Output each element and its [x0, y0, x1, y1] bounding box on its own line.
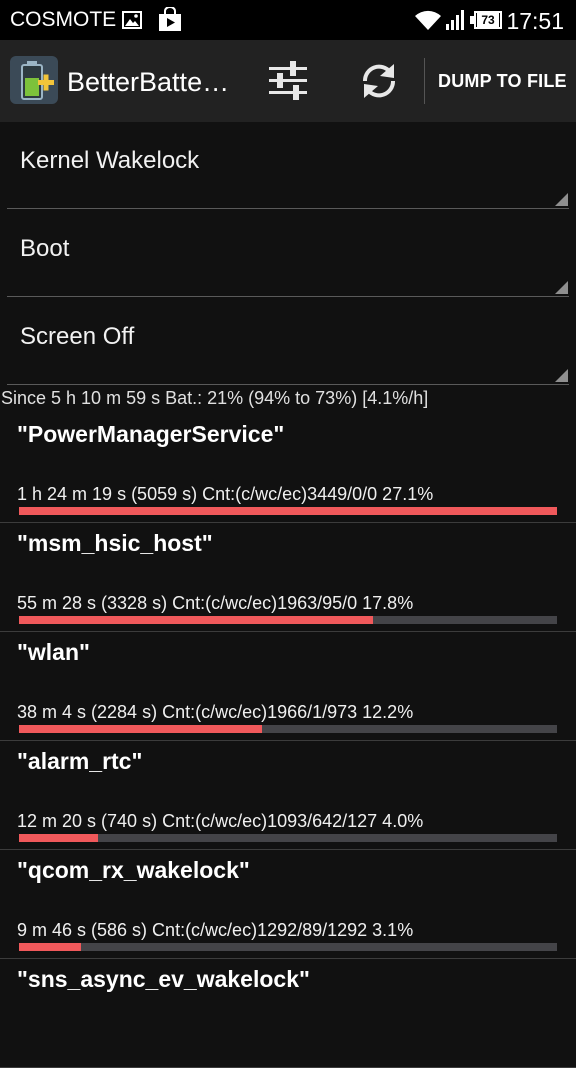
usage-bar-fill — [19, 834, 98, 842]
wakelock-name: "alarm_rtc" — [17, 748, 143, 774]
usage-bar-track — [19, 616, 557, 624]
screen-state-value: Screen Off — [20, 323, 135, 350]
image-icon — [122, 11, 142, 29]
wakelock-name: "wlan" — [17, 639, 90, 665]
wifi-icon — [415, 10, 441, 30]
dump-to-file-button[interactable]: DUMP TO FILE — [438, 71, 567, 92]
filter-settings-icon[interactable] — [266, 59, 310, 103]
usage-bar-fill — [19, 616, 373, 624]
usage-bar-track — [19, 834, 557, 842]
battery-tip — [470, 16, 474, 24]
screen-state-spinner[interactable]: Screen Off — [7, 298, 569, 385]
refresh-icon[interactable] — [357, 59, 401, 103]
stat-type-spinner[interactable]: Kernel Wakelock — [7, 122, 569, 209]
dropdown-arrow-icon — [555, 369, 568, 382]
action-bar-divider — [424, 58, 425, 104]
wakelock-row[interactable]: "PowerManagerService" 1 h 24 m 19 s (5059… — [0, 414, 576, 523]
battery-icon: 73 — [474, 11, 502, 29]
stat-type-value: Kernel Wakelock — [20, 147, 200, 174]
dropdown-arrow-icon — [555, 193, 568, 206]
clock: 17:51 — [506, 8, 564, 34]
wakelock-row[interactable]: "sns_async_ev_wakelock" — [0, 959, 576, 1068]
carrier-name: COSMOTE — [10, 8, 117, 31]
wakelock-stats: 12 m 20 s (740 s) Cnt:(c/wc/ec)1093/642/… — [17, 811, 424, 831]
wakelock-stats: 55 m 28 s (3328 s) Cnt:(c/wc/ec)1963/95/… — [17, 593, 414, 613]
wakelock-stats: 38 m 4 s (2284 s) Cnt:(c/wc/ec)1966/1/97… — [17, 702, 414, 722]
usage-bar-track — [19, 725, 557, 733]
wakelock-row[interactable]: "alarm_rtc" 12 m 20 s (740 s) Cnt:(c/wc/e… — [0, 741, 576, 850]
play-store-icon — [159, 7, 181, 31]
usage-bar-track — [19, 943, 557, 951]
wakelock-stats: 9 m 46 s (586 s) Cnt:(c/wc/ec)1292/89/12… — [17, 920, 414, 940]
wakelock-row[interactable]: "qcom_rx_wakelock" 9 m 46 s (586 s) Cnt:(… — [0, 850, 576, 959]
wakelock-row[interactable]: "msm_hsic_host" 55 m 28 s (3328 s) Cnt:(c… — [0, 523, 576, 632]
wakelock-name: "PowerManagerService" — [17, 421, 285, 447]
signal-icon — [446, 10, 464, 30]
wakelock-list[interactable]: "PowerManagerService" 1 h 24 m 19 s (5059… — [0, 414, 576, 1068]
usage-bar-fill — [19, 725, 262, 733]
dropdown-arrow-icon — [555, 281, 568, 294]
battery-summary: Since 5 h 10 m 59 s Bat.: 21% (94% to 73… — [1, 388, 429, 408]
wakelock-name: "qcom_rx_wakelock" — [17, 857, 250, 883]
action-bar: BetterBatte… DUMP TO FILE — [0, 40, 576, 122]
wakelock-name: "msm_hsic_host" — [17, 530, 213, 556]
usage-bar-fill — [19, 507, 557, 515]
wakelock-row[interactable]: "wlan" 38 m 4 s (2284 s) Cnt:(c/wc/ec)196… — [0, 632, 576, 741]
status-bar: COSMOTE 73 17:51 — [0, 0, 576, 40]
reference-spinner[interactable]: Boot — [7, 210, 569, 297]
wakelock-name: "sns_async_ev_wakelock" — [17, 966, 310, 992]
usage-bar-fill — [19, 943, 82, 951]
app-title[interactable]: BetterBatte… — [67, 67, 229, 98]
app-battery-icon[interactable] — [10, 56, 58, 104]
battery-level: 73 — [477, 13, 499, 27]
usage-bar-track — [19, 507, 557, 515]
wakelock-stats: 1 h 24 m 19 s (5059 s) Cnt:(c/wc/ec)3449… — [17, 484, 434, 504]
reference-value: Boot — [20, 235, 70, 262]
